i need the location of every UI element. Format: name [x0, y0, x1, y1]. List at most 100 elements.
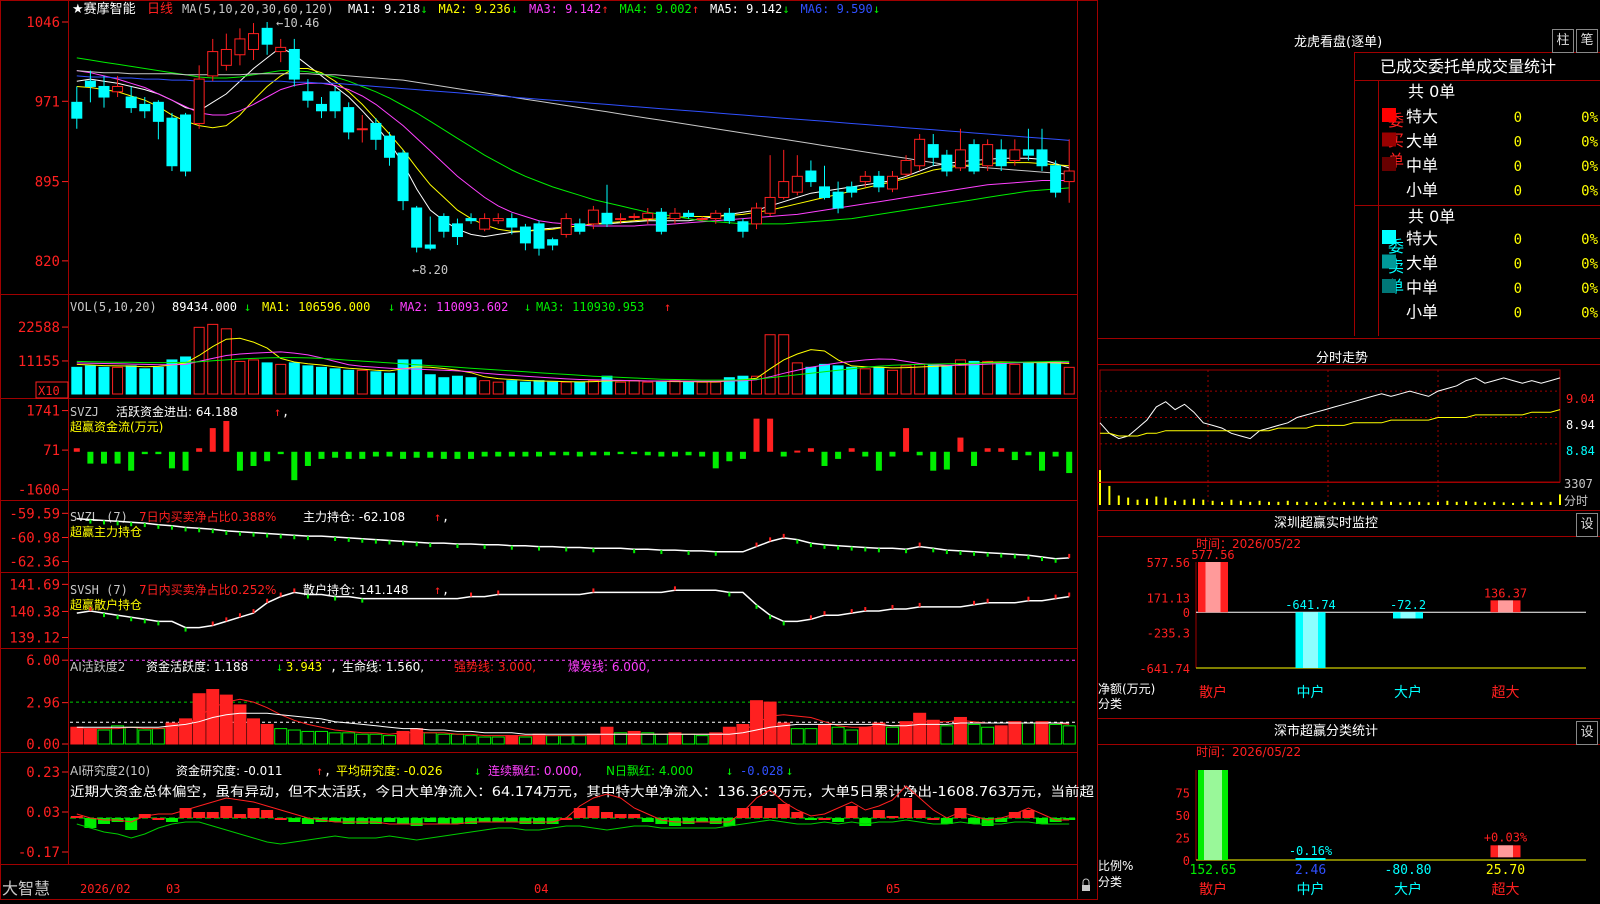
sz-monitor-settings-button[interactable]: 设 [1576, 513, 1598, 537]
research-bar [288, 818, 301, 822]
sz-category: 散户 [1199, 684, 1227, 701]
research-bar [859, 818, 872, 826]
svg-text:N日飘红: 4.000: N日飘红: 4.000 [606, 763, 693, 778]
flow-bar [726, 451, 733, 462]
volume-bar [737, 375, 749, 395]
flow-bar [794, 450, 801, 453]
candle-body [166, 117, 178, 167]
flow-bar [128, 451, 135, 471]
candle-body [669, 212, 681, 220]
y-tick-label: 6.00 [26, 653, 60, 669]
ma-item-label: MA4: 9.002 [620, 2, 692, 16]
period-label: 日线 [147, 2, 173, 17]
activity-bar [627, 730, 641, 745]
activity-bar [981, 726, 995, 745]
activity-bar [233, 704, 247, 745]
sz-monitor-title: 深圳超赢实时监控 [1274, 515, 1378, 531]
candle-body [383, 135, 395, 158]
svg-text:爆发线: 6.000,: 爆发线: 6.000, [568, 659, 650, 674]
svg-text:3.943: 3.943 [286, 660, 322, 674]
y-tick-label: 2.96 [26, 696, 60, 712]
volume-bar [574, 381, 586, 395]
order-type: 特大 [1406, 107, 1438, 126]
activity-bar [382, 735, 396, 745]
research-bar [886, 816, 899, 818]
svg-text:超赢散户持仓: 超赢散户持仓 [70, 597, 142, 612]
candle-body [574, 223, 586, 232]
activity-bar [546, 735, 560, 745]
research-bar [478, 818, 491, 822]
intraday-price-line [1099, 377, 1561, 440]
research-bar [736, 808, 749, 818]
volume-bar [886, 369, 898, 395]
y-tick-label: 0.00 [26, 737, 60, 753]
szc-category-label: 分类 [1098, 875, 1122, 889]
chart-panels[interactable]: ★赛摩智能 日线 MA(5,10,20,30,60,120) MA1: 9.21… [0, 0, 1098, 900]
flow-bar [345, 451, 352, 459]
y-tick-label: 895 [35, 175, 60, 191]
candle-body [370, 122, 382, 140]
activity-bar [274, 728, 288, 745]
volume-bar [655, 381, 667, 395]
bar-mode-button[interactable]: 柱 [1552, 29, 1574, 53]
flow-bar [549, 451, 556, 456]
szc-bar-shine [1204, 770, 1222, 860]
flow-bar [318, 451, 325, 459]
svg-text:MA1: 106596.000: MA1: 106596.000 [262, 300, 370, 314]
research-bar [165, 818, 178, 822]
szc-stats-time: 时间：2026/05/22 [1196, 745, 1301, 759]
svg-text:SVZJ: SVZJ [70, 405, 99, 419]
szc-category: 散户 [1199, 881, 1227, 898]
candle-body [356, 128, 368, 131]
flow-bar [903, 428, 910, 452]
volume-bar [451, 375, 463, 395]
order-type: 特大 [1406, 229, 1438, 248]
flow-bar [1025, 451, 1032, 456]
svg-text:近期大资金总体偏空，虽有异动，但不太活跃，今日大单净流入：6: 近期大资金总体偏空，虽有异动，但不太活跃，今日大单净流入：64.174万元，其中… [70, 784, 1094, 800]
sz-y-tick: 0 [1183, 606, 1190, 620]
order-color-swatch [1382, 132, 1396, 147]
volume-bar [982, 360, 994, 395]
candle-body [1036, 149, 1048, 167]
research-bar [600, 812, 613, 818]
flow-bar [114, 451, 121, 464]
sz-y-tick: 171.13 [1147, 591, 1190, 605]
flow-bar [712, 451, 719, 469]
research-bar [505, 818, 518, 822]
szc-category: 超大 [1492, 882, 1520, 898]
volume-bar [601, 375, 613, 395]
candle-body [112, 85, 124, 93]
volume-bar [275, 363, 287, 395]
svg-text:SVSH (7): SVSH (7) [70, 583, 128, 597]
ma-item-arrow: ↑ [692, 2, 699, 16]
volume-bar [84, 365, 96, 395]
flow-bar [563, 451, 570, 456]
candle-body [424, 244, 436, 249]
szc-stats-settings-button[interactable]: 设 [1576, 721, 1598, 745]
activity-bar [355, 733, 369, 745]
tick-mode-button[interactable]: 笔 [1576, 29, 1598, 53]
research-bar [397, 818, 410, 824]
activity-bar [1049, 723, 1063, 745]
activity-bar [450, 733, 464, 745]
candle-body [696, 218, 708, 221]
volume-bar [288, 362, 300, 395]
candle-body [533, 223, 545, 249]
volume-bar [560, 381, 572, 395]
sz-category: 中户 [1297, 684, 1325, 701]
activity-bar [1008, 721, 1022, 745]
svg-text:主力持仓: -62.108: 主力持仓: -62.108 [303, 509, 405, 524]
flow-bar [617, 451, 624, 455]
sz-bar-label: 577.56 [1191, 548, 1234, 562]
sz-y-tick: -235.3 [1147, 627, 1190, 641]
candle-body [642, 212, 654, 220]
research-bar [682, 818, 695, 824]
order-count: 0 [1514, 135, 1522, 151]
order-count: 0 [1514, 110, 1522, 126]
y-tick-label: 140.38 [9, 604, 60, 620]
svg-text:,: , [324, 764, 331, 778]
flow-bar [957, 437, 964, 452]
activity-bar [1062, 725, 1076, 745]
activity-bar [287, 729, 301, 745]
research-bar [152, 818, 165, 820]
